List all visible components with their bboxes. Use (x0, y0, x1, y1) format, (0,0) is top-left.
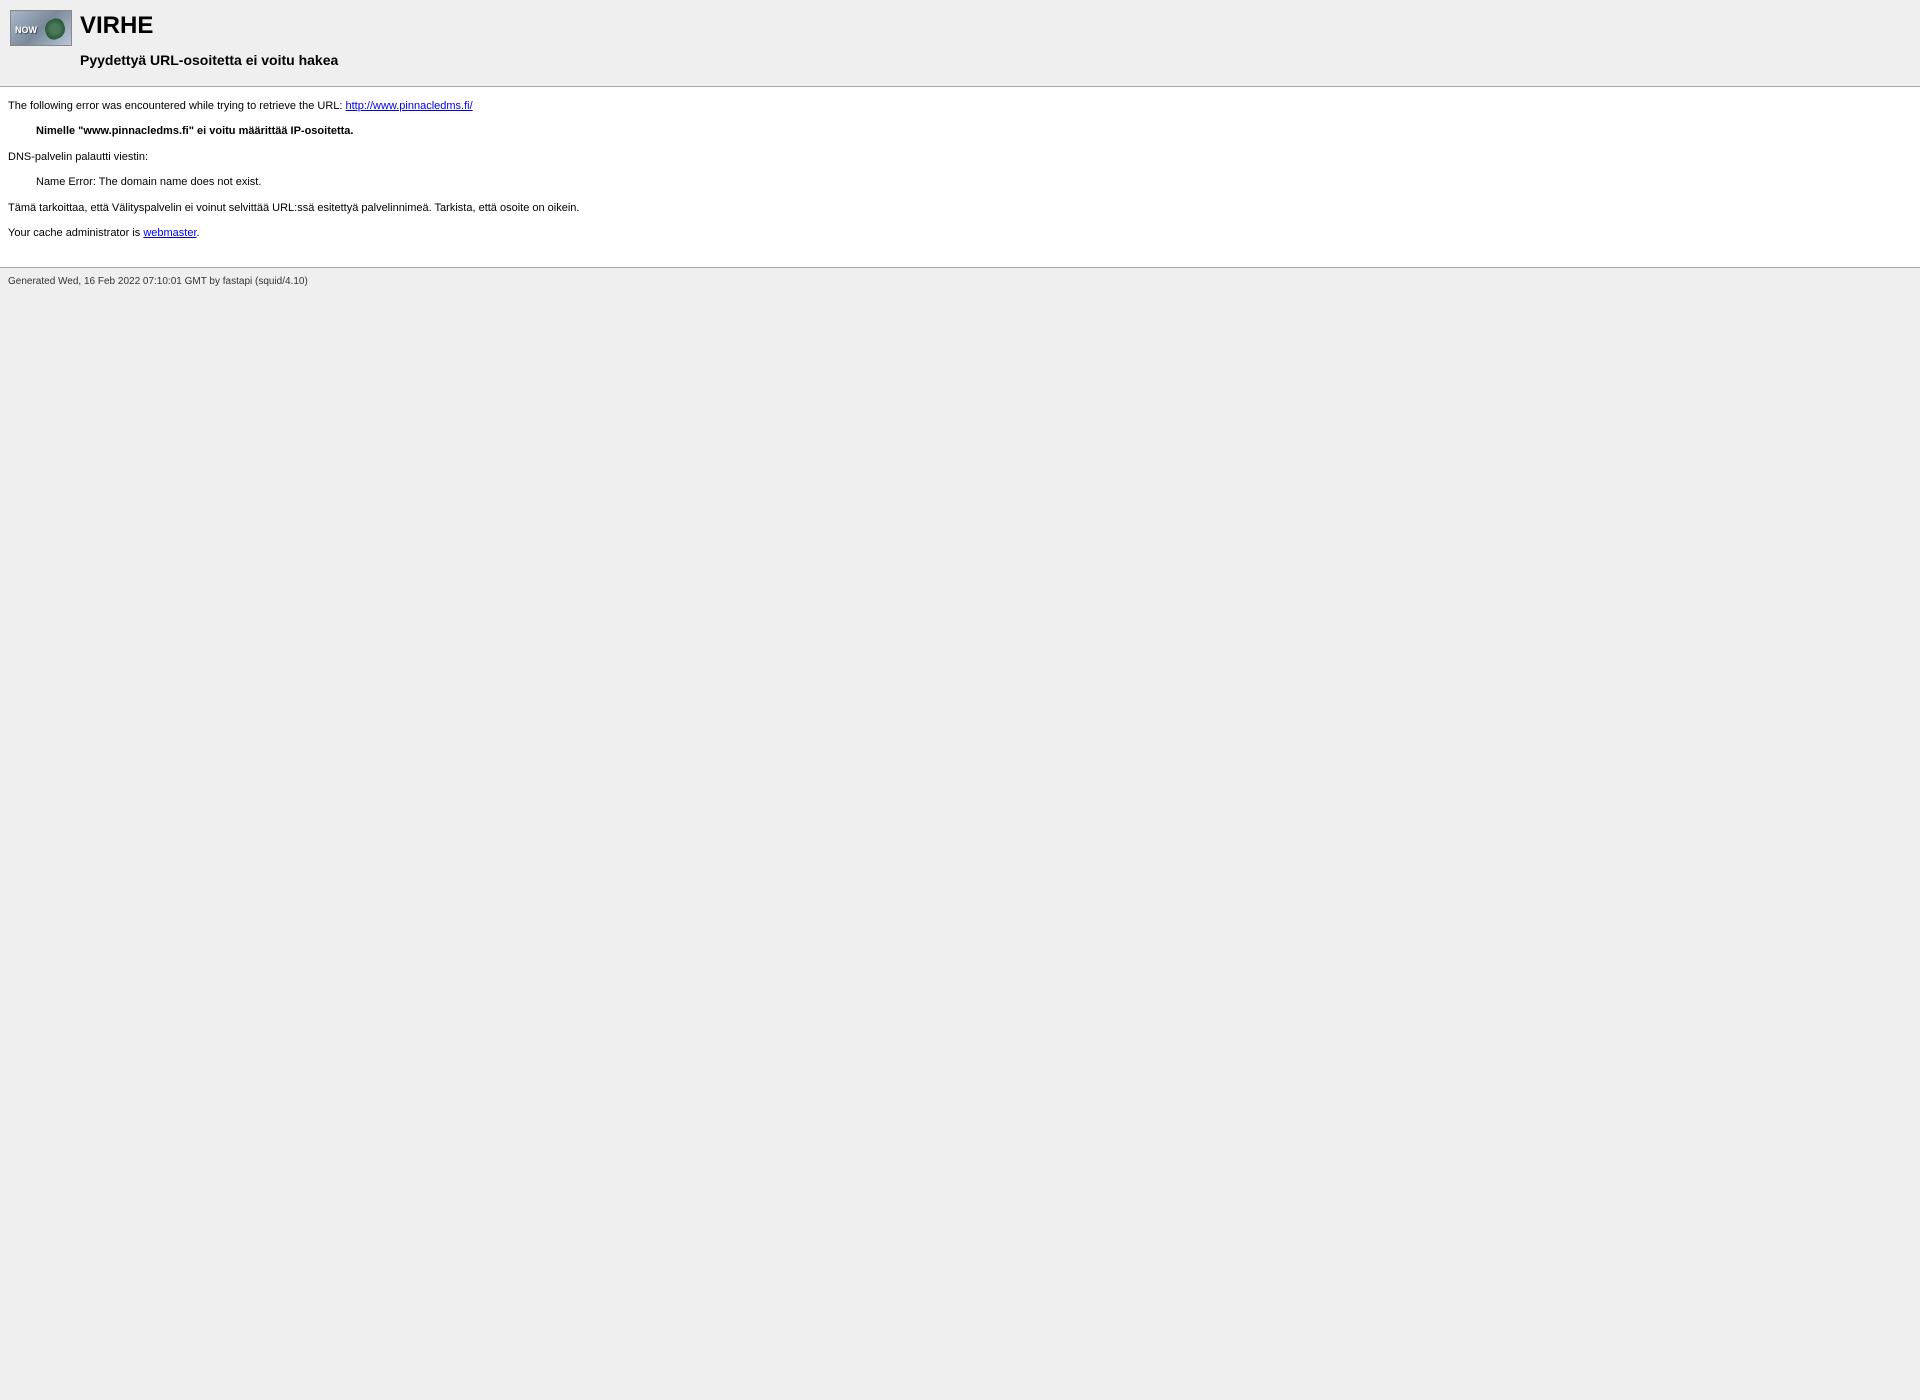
admin-suffix: . (197, 227, 200, 239)
footer: Generated Wed, 16 Feb 2022 07:10:01 GMT … (0, 268, 1920, 295)
squid-logo (10, 10, 72, 46)
error-header: VIRHE Pyydettyä URL-osoitetta ei voitu h… (0, 0, 1920, 78)
webmaster-link[interactable]: webmaster (143, 227, 196, 239)
error-content: The following error was encountered whil… (0, 87, 1920, 267)
intro-paragraph: The following error was encountered whil… (8, 99, 1912, 114)
failed-url-link[interactable]: http://www.pinnacledms.fi/ (346, 100, 473, 112)
generated-text: Generated Wed, 16 Feb 2022 07:10:01 GMT … (8, 276, 308, 287)
dns-error-message: Name Error: The domain name does not exi… (36, 175, 1912, 190)
admin-paragraph: Your cache administrator is webmaster. (8, 226, 1912, 241)
intro-text: The following error was encountered whil… (8, 100, 346, 112)
header-text: VIRHE Pyydettyä URL-osoitetta ei voitu h… (80, 10, 338, 68)
error-title: VIRHE (80, 12, 338, 40)
admin-text: Your cache administrator is (8, 227, 143, 239)
error-subtitle: Pyydettyä URL-osoitetta ei voitu hakea (80, 52, 338, 68)
error-bold-text: Nimelle "www.pinnacledms.fi" ei voitu mä… (36, 125, 354, 137)
dns-intro: DNS-palvelin palautti viestin: (8, 150, 1912, 165)
error-message: Nimelle "www.pinnacledms.fi" ei voitu mä… (36, 124, 1912, 139)
explanation-text: Tämä tarkoittaa, että Välityspalvelin ei… (8, 201, 1912, 216)
